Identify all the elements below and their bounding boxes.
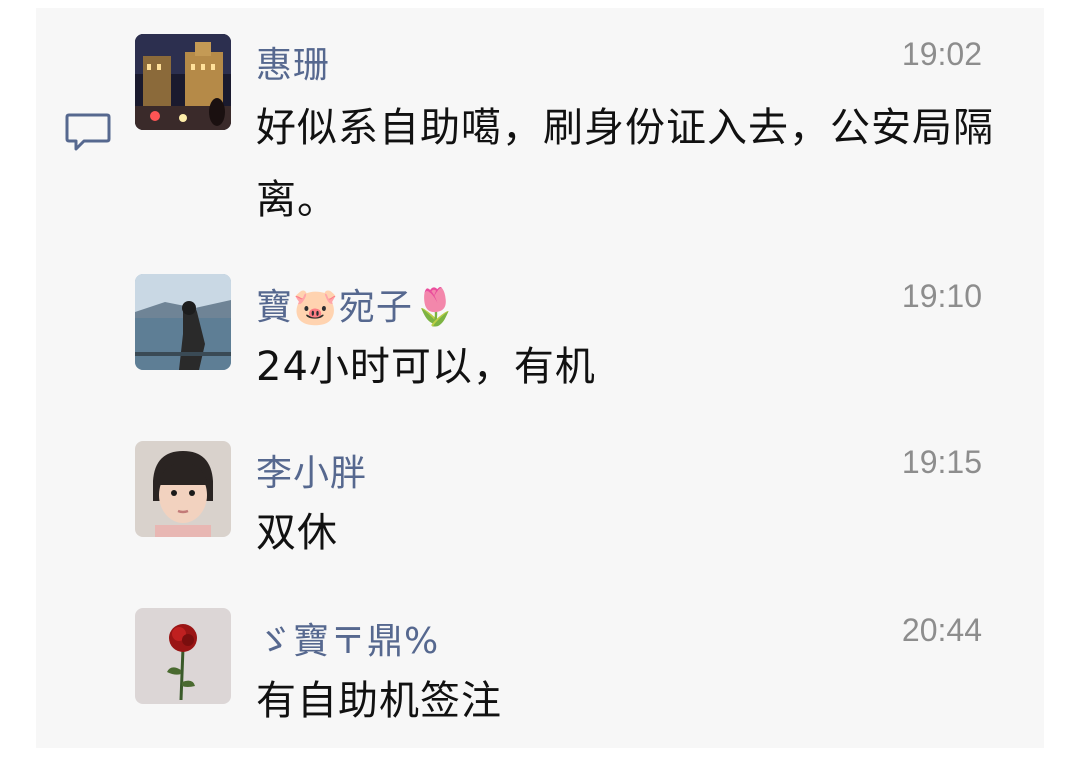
comment-time: 19:15 [901, 444, 982, 480]
comment-item[interactable]: 惠珊 19:02 好似系自助噶，刷身份证入去，公安局隔离。 [36, 8, 1044, 242]
avatar[interactable] [135, 441, 231, 537]
comment-text: 有自助机签注 [256, 678, 502, 724]
speech-bubble-icon[interactable] [64, 111, 112, 153]
red-rose-photo [135, 608, 231, 704]
comment-text: 双休 [256, 510, 338, 556]
comment-item[interactable]: 寶🐷宛子🌷 19:10 24小时可以，有机 [36, 242, 1044, 408]
comment-time: 19:02 [901, 36, 982, 72]
night-street-photo [135, 34, 231, 130]
comment-item[interactable]: ゞ寶〒鼎% 20:44 有自助机签注 [36, 576, 1044, 748]
child-portrait-photo [135, 441, 231, 537]
comment-time: 20:44 [901, 612, 982, 648]
comment-text: 24小时可以，有机 [256, 344, 596, 390]
commenter-name[interactable]: 寶🐷宛子🌷 [256, 278, 459, 330]
comment-item[interactable]: 李小胖 19:15 双休 [36, 408, 1044, 576]
avatar[interactable] [135, 34, 231, 130]
commenter-name[interactable]: 惠珊 [256, 36, 330, 88]
commenter-name[interactable]: 李小胖 [256, 444, 367, 496]
comment-text: 好似系自助噶，刷身份证入去，公安局隔离。 [256, 105, 994, 223]
comment-time: 19:10 [901, 278, 982, 314]
woman-by-sea-photo [135, 274, 231, 370]
avatar[interactable] [135, 274, 231, 370]
comment-list: 惠珊 19:02 好似系自助噶，刷身份证入去，公安局隔离。 寶🐷宛子🌷 19:1… [36, 8, 1044, 748]
avatar[interactable] [135, 608, 231, 704]
commenter-name[interactable]: ゞ寶〒鼎% [256, 612, 439, 664]
